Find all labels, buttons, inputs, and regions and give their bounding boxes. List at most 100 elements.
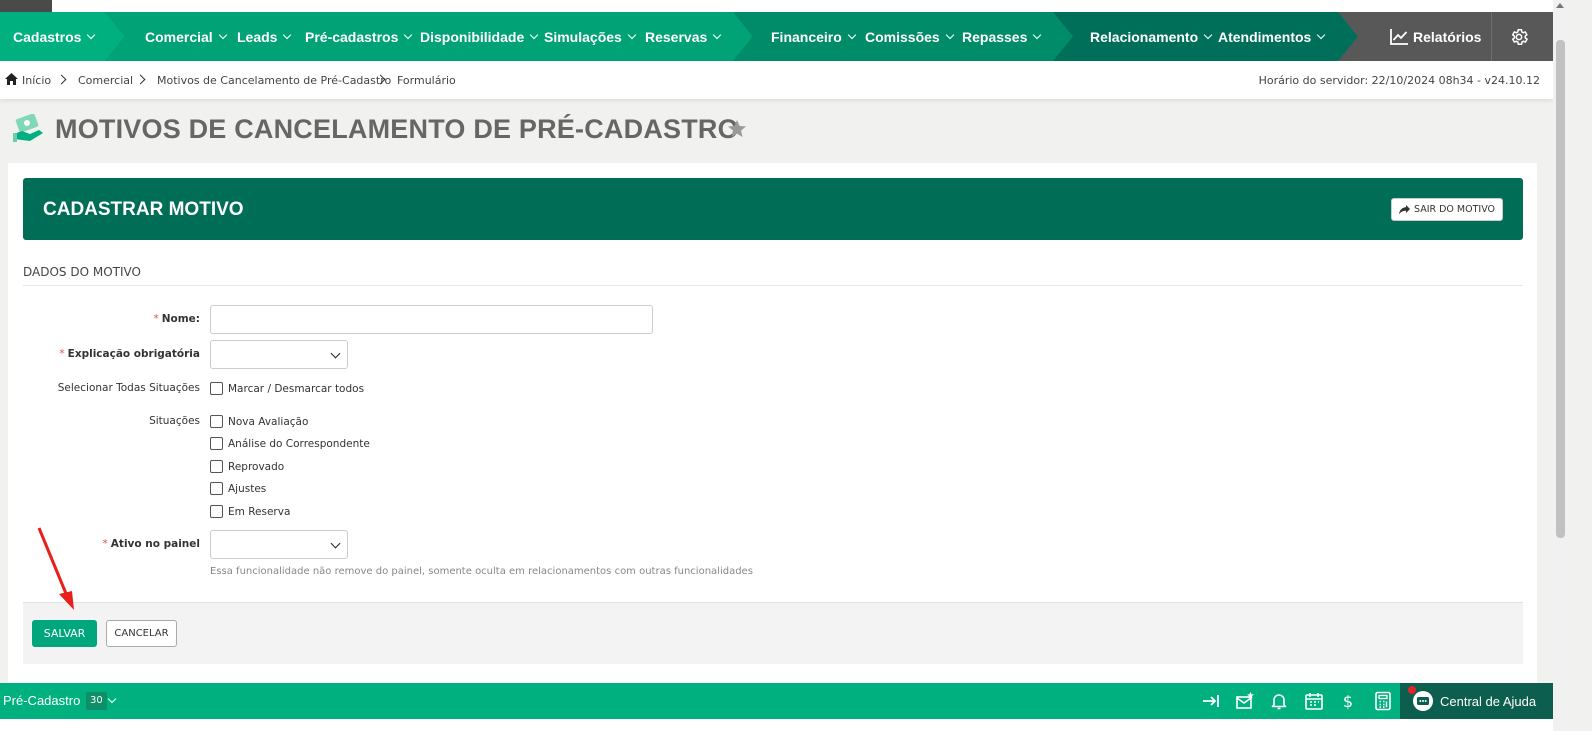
scroll-up-arrow-icon[interactable] <box>1556 3 1564 8</box>
nav-item-cadastros[interactable]: Cadastros <box>13 12 96 61</box>
nav-item-comissoes[interactable]: Comissões <box>865 12 954 61</box>
required-mark: * <box>59 348 65 360</box>
form-title: CADASTRAR MOTIVO <box>43 199 244 220</box>
situacao-option: Reprovado <box>210 460 284 473</box>
chevron-right-icon <box>56 74 67 85</box>
module-name[interactable]: Pré-Cadastro <box>3 693 80 708</box>
required-mark: * <box>102 538 108 550</box>
situacao-label: Reprovado <box>228 460 285 473</box>
nav-item-atendimentos[interactable]: Atendimentos <box>1218 12 1326 61</box>
mail-star-icon[interactable] <box>1235 691 1255 711</box>
situacao-checkbox[interactable] <box>210 482 223 495</box>
ativo-select[interactable] <box>210 530 348 559</box>
nome-label: * Nome: <box>0 313 200 325</box>
situacao-checkbox[interactable] <box>210 415 223 428</box>
nav-item-reservas[interactable]: Reservas <box>645 12 722 61</box>
money-hand-icon <box>13 114 43 142</box>
bell-icon[interactable] <box>1269 691 1289 711</box>
breadcrumb-motivos[interactable]: Motivos de Cancelamento de Pré-Cadastro <box>157 74 391 87</box>
module-count-badge: 30 <box>86 692 107 710</box>
nome-input[interactable] <box>210 305 653 334</box>
situacao-checkbox[interactable] <box>210 460 223 473</box>
required-mark: * <box>153 313 159 325</box>
chevron-down-icon <box>330 348 341 359</box>
situacao-label: Nova Avaliação <box>228 415 309 428</box>
nav-item-simulacoes[interactable]: Simulações <box>544 12 637 61</box>
chevron-down-icon <box>945 30 954 39</box>
gear-icon <box>1511 28 1528 45</box>
bottom-strip <box>0 719 1553 731</box>
nav-item-repasses[interactable]: Repasses <box>962 12 1042 61</box>
nav-item-pre-cadastros[interactable]: Pré-cadastros <box>305 12 413 61</box>
svg-text:$: $ <box>1343 692 1353 711</box>
calculator-icon[interactable] <box>1373 691 1393 711</box>
nome-label-text: Nome: <box>161 313 200 325</box>
chevron-down-icon <box>1033 30 1042 39</box>
scroll-thumb[interactable] <box>1556 40 1565 538</box>
situacao-option: Ajustes <box>210 482 266 495</box>
situacoes-label: Situações <box>149 415 200 427</box>
help-center-button[interactable]: Central de Ajuda <box>1400 683 1553 719</box>
reports-label: Relatórios <box>1413 28 1482 45</box>
breadcrumb-home[interactable]: Início <box>22 74 51 87</box>
chevron-down-icon <box>218 30 227 39</box>
nav-label: Comercial <box>145 28 213 45</box>
select-all-checkbox-label: Marcar / Desmarcar todos <box>228 382 365 395</box>
chevron-down-icon <box>330 538 341 549</box>
chart-line-icon <box>1390 29 1408 45</box>
nav-label: Simulações <box>544 28 622 45</box>
chevron-down-icon[interactable] <box>107 694 117 704</box>
nav-label: Atendimentos <box>1218 28 1312 45</box>
nav-label: Cadastros <box>13 28 82 45</box>
breadcrumb-comercial[interactable]: Comercial <box>78 74 133 87</box>
page-title: MOTIVOS DE CANCELAMENTO DE PRÉ-CADASTRO <box>55 114 739 144</box>
select-all-checkbox[interactable] <box>210 382 223 395</box>
situacao-checkbox[interactable] <box>210 437 223 450</box>
chevron-down-icon <box>283 30 292 39</box>
save-button[interactable]: SALVAR <box>32 620 97 647</box>
situacao-option: Análise do Correspondente <box>210 437 370 450</box>
select-all-row: Marcar / Desmarcar todos <box>210 382 364 395</box>
chevron-down-icon <box>847 30 857 39</box>
explicacao-select[interactable] <box>210 340 348 369</box>
chevron-down-icon <box>529 30 539 39</box>
top-strip <box>0 0 1553 12</box>
situacao-label: Análise do Correspondente <box>228 437 370 450</box>
cancel-button[interactable]: CANCELAR <box>106 620 177 647</box>
calendar-icon[interactable] <box>1304 691 1324 711</box>
nav-item-relacionamento[interactable]: Relacionamento <box>1090 12 1213 61</box>
situacao-checkbox[interactable] <box>210 505 223 518</box>
breadcrumb-formulario: Formulário <box>397 74 456 87</box>
bottom-bar: Pré-Cadastro 30 $ Central de Ajuda <box>0 683 1553 719</box>
chevron-down-icon <box>627 30 637 39</box>
server-time: Horário do servidor: 22/10/2024 08h34 - … <box>1258 74 1540 87</box>
chevron-down-icon <box>404 30 413 39</box>
form-footer <box>23 602 1523 664</box>
situacao-option: Nova Avaliação <box>210 415 308 428</box>
chevron-down-icon <box>1203 30 1213 39</box>
chat-help-icon <box>1413 691 1433 711</box>
nav-item-disponibilidade[interactable]: Disponibilidade <box>420 12 539 61</box>
nav-item-leads[interactable]: Leads <box>237 12 292 61</box>
nav-item-financeiro[interactable]: Financeiro <box>771 12 857 61</box>
nav-item-relatorios[interactable]: Relatórios <box>1390 12 1481 61</box>
nav-item-comercial[interactable]: Comercial <box>145 12 227 61</box>
explicacao-label-text: Explicação obrigatória <box>67 348 200 360</box>
exit-reason-label: SAIR DO MOTIVO <box>1413 204 1496 215</box>
dollar-icon[interactable]: $ <box>1338 691 1358 711</box>
chevron-down-icon <box>87 30 96 39</box>
nav-label: Financeiro <box>771 28 842 45</box>
main-navigation: Cadastros Comercial Leads Pré-cadastros … <box>0 12 1553 61</box>
notification-dot <box>1408 686 1416 694</box>
chevron-down-icon <box>1317 30 1326 39</box>
ativo-help-text: Essa funcionalidade não remove do painel… <box>210 566 753 577</box>
situacao-label: Em Reserva <box>228 505 291 518</box>
vertical-scrollbar[interactable] <box>1553 0 1568 731</box>
collapse-arrow-icon[interactable] <box>1201 691 1221 711</box>
settings-button[interactable] <box>1509 12 1529 61</box>
exit-reason-button[interactable]: SAIR DO MOTIVO <box>1391 198 1503 221</box>
top-strip-dark <box>0 0 52 12</box>
chevron-right-icon <box>135 74 146 85</box>
nav-label: Reservas <box>645 28 708 45</box>
favorite-star-icon[interactable] <box>727 119 747 139</box>
